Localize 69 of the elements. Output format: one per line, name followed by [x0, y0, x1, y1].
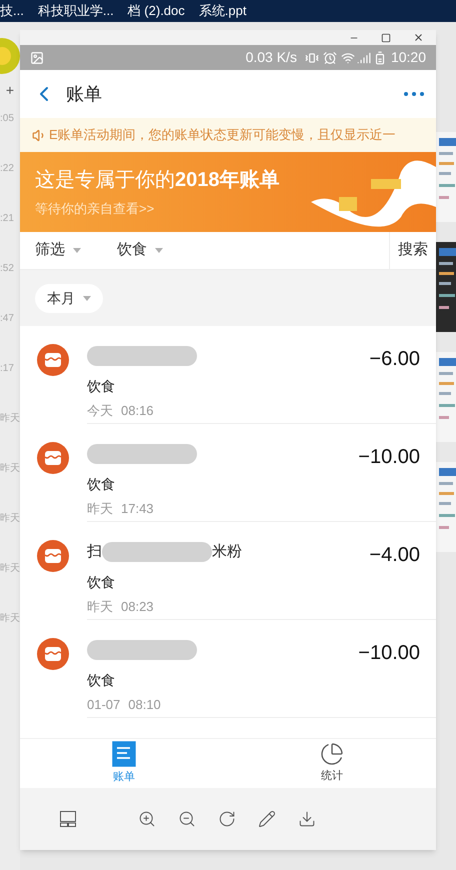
merchant-name: 米粉 — [212, 542, 242, 562]
transaction-date: 昨天 — [87, 598, 113, 616]
zoom-out-icon[interactable] — [178, 810, 196, 828]
zoom-in-icon[interactable] — [138, 810, 156, 828]
transaction-time: 17:43 — [121, 500, 154, 518]
category: 饮食 — [87, 573, 116, 592]
chat-time: :05 — [0, 112, 15, 126]
chat-time: :21 — [0, 212, 15, 226]
chat-time: 昨天 — [0, 412, 20, 426]
layout-icon[interactable] — [60, 811, 76, 827]
filter-dropdown[interactable]: 饮食 — [117, 239, 199, 262]
store-icon — [37, 344, 69, 376]
month-dropdown[interactable]: 本月 — [35, 284, 103, 312]
download-icon[interactable] — [298, 810, 316, 828]
banner-subtitle: 等待你的亲自查看>> — [35, 200, 156, 218]
chat-time: :17 — [0, 362, 15, 376]
taskbar-item[interactable]: 档 (2).doc — [128, 1, 185, 21]
page-title: 账单 — [66, 82, 102, 106]
chat-time: 昨天 — [0, 612, 20, 626]
store-icon — [37, 638, 69, 670]
tab[interactable]: 账单 — [112, 741, 136, 786]
store-icon — [37, 442, 69, 474]
pie-chart-icon — [320, 742, 344, 766]
transaction-date: 昨天 — [87, 500, 113, 518]
amount: −10.00 — [358, 445, 420, 470]
caret-icon — [83, 296, 91, 300]
category: 饮食 — [87, 377, 116, 396]
chat-time: :22 — [0, 162, 15, 176]
vibrate-icon — [304, 50, 319, 64]
clock: 10:20 — [390, 48, 426, 67]
banner-title: 这是专属于你的2018年账单 — [35, 168, 280, 194]
taskbar-item[interactable]: 系统.ppt — [198, 1, 246, 21]
category: 饮食 — [87, 475, 116, 494]
network-speed: 0.03 K/s — [246, 48, 297, 67]
notice-text: E账单活动期间，您的账单状态更新可能变慢，且仅显示近一 — [49, 126, 396, 144]
category: 饮食 — [87, 671, 116, 690]
amount: −4.00 — [369, 543, 420, 568]
more-icon[interactable] — [404, 92, 424, 96]
alarm-icon — [322, 50, 337, 64]
document-icon — [112, 741, 136, 768]
transaction-date: 01-07 — [87, 696, 120, 714]
taskbar-item[interactable]: 技... — [0, 1, 24, 21]
filter-dropdown[interactable]: 筛选 — [35, 239, 117, 262]
chat-time: :52 — [0, 262, 15, 276]
transaction-time: 08:10 — [128, 696, 161, 714]
chat-time: 昨天 — [0, 562, 20, 576]
caret-icon — [155, 248, 163, 253]
chat-time: :47 — [0, 312, 15, 326]
image-icon — [30, 50, 44, 64]
chat-time: 昨天 — [0, 512, 20, 526]
merchant-name: 扫 — [87, 542, 102, 562]
amount: −6.00 — [369, 347, 420, 372]
plus-icon[interactable]: + — [6, 80, 14, 101]
close-icon[interactable] — [413, 32, 424, 43]
amount: −10.00 — [358, 641, 420, 666]
store-icon — [37, 540, 69, 572]
rotate-icon[interactable] — [218, 810, 236, 828]
signal-icon — [356, 50, 371, 64]
tab[interactable]: 统计 — [320, 742, 344, 785]
taskbar-item[interactable]: 科技职业学... — [38, 1, 114, 21]
chat-time: 昨天 — [0, 462, 20, 476]
transaction-date: 今天 — [87, 402, 113, 420]
maximize-icon[interactable] — [381, 32, 391, 42]
avatar-icon — [0, 38, 20, 74]
caret-icon — [73, 248, 81, 253]
wifi-icon — [340, 50, 355, 64]
transaction-time: 08:16 — [121, 402, 154, 420]
pencil-icon[interactable] — [258, 810, 276, 828]
transaction-time: 08:23 — [121, 598, 154, 616]
